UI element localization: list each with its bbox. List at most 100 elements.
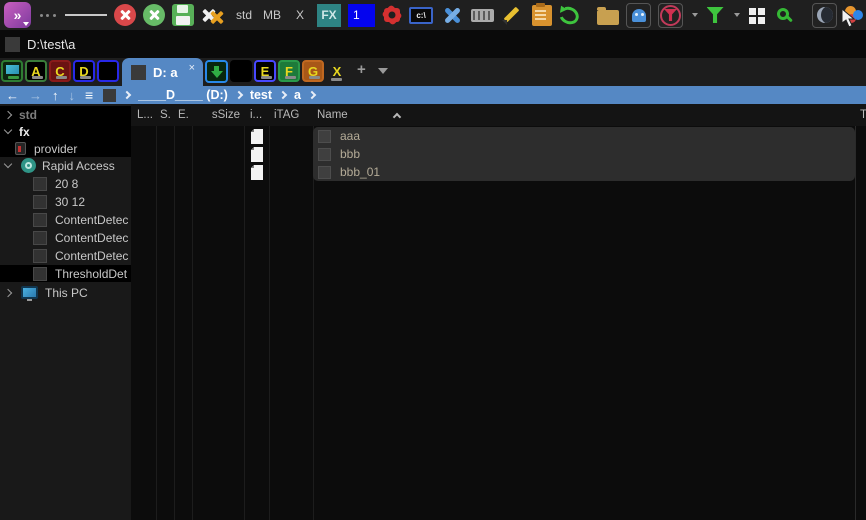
breadcrumb-menu-icon[interactable]: ≡	[85, 87, 93, 103]
drive-a-button[interactable]: A	[25, 60, 47, 82]
item-placeholder-icon	[33, 248, 47, 263]
nav-back-button[interactable]: ←	[6, 89, 19, 102]
sidebar-item-contentdetec-2[interactable]: ContentDetec	[0, 229, 131, 246]
folder-button[interactable]	[597, 6, 620, 25]
tab-blank-slot[interactable]	[230, 60, 252, 82]
file-name: bbb_01	[340, 165, 381, 179]
sidebar-item-20-8[interactable]: 20 8	[0, 175, 131, 192]
quick-launch-button[interactable]: »	[4, 2, 31, 28]
drive-x-button[interactable]: X	[326, 60, 348, 82]
column-header-name[interactable]: Name	[317, 104, 401, 126]
item-placeholder-icon	[33, 230, 47, 245]
column-header-e[interactable]: E.	[178, 104, 189, 126]
monitor-screen-icon	[5, 65, 19, 74]
menu-icon[interactable]	[65, 2, 107, 28]
tab-overflow-button[interactable]	[377, 68, 388, 74]
file-thumb-placeholder-icon	[318, 147, 331, 161]
clipboard-button[interactable]	[532, 2, 553, 26]
tab-close-button[interactable]: ×	[189, 62, 195, 74]
sidebar-item-fx[interactable]: fx	[0, 123, 131, 140]
dropdown-arrow-icon[interactable]	[692, 13, 699, 17]
breadcrumb-folder-icon	[103, 88, 117, 102]
column-gridline	[174, 104, 175, 520]
column-gridline	[269, 104, 270, 520]
command-prompt-button[interactable]: c:\	[409, 6, 434, 24]
column-gridline	[244, 104, 245, 520]
main-area: std fx provider Rapid Access 20 8 30 12 …	[0, 104, 866, 520]
sidebar-item-label: provider	[34, 141, 78, 156]
column-header-s[interactable]: S.	[160, 104, 171, 126]
mb-mode-button[interactable]: MB	[261, 2, 283, 28]
column-header-i[interactable]: i...	[250, 104, 262, 126]
close-red-button[interactable]	[114, 4, 136, 26]
item-placeholder-icon	[33, 176, 47, 191]
std-mode-button[interactable]: std	[234, 2, 254, 28]
drive-f-button[interactable]: F	[278, 60, 300, 82]
ghost-filter-button[interactable]	[626, 2, 652, 28]
breadcrumb-segment-drive[interactable]: ____D____ (D:)	[138, 88, 228, 102]
sidebar-item-label: std	[19, 107, 37, 122]
sidebar-item-30-12[interactable]: 30 12	[0, 193, 131, 210]
column-header-l[interactable]: L...	[137, 104, 153, 126]
close-green-button[interactable]	[143, 4, 165, 26]
sidebar-item-label: ContentDetec	[55, 248, 129, 263]
close-icon	[119, 9, 131, 21]
nav-up-button[interactable]: ↑	[52, 89, 59, 102]
sidebar-item-contentdetec-1[interactable]: ContentDetec	[0, 211, 131, 228]
refresh-button[interactable]	[556, 3, 582, 27]
download-arrow-button[interactable]	[205, 60, 228, 83]
drive-g-button[interactable]: G	[302, 60, 324, 82]
sidebar-item-thresholddet[interactable]: ThresholdDet	[0, 265, 131, 282]
red-funnel-filter-button[interactable]	[658, 2, 684, 28]
sidebar-item-rapid-access[interactable]: Rapid Access	[0, 157, 131, 174]
x-mode-button[interactable]: X	[290, 2, 310, 28]
sidebar-item-provider[interactable]: provider	[0, 140, 131, 157]
double-x-button[interactable]	[201, 4, 227, 26]
keyboard-button[interactable]	[471, 8, 495, 22]
sidebar-item-label: ContentDetec	[55, 212, 129, 227]
address-bar[interactable]: D:\test\a	[0, 30, 866, 58]
column-header-label: Name	[317, 109, 348, 121]
edit-pencil-button[interactable]	[501, 3, 525, 27]
save-button[interactable]	[172, 4, 194, 26]
drive-blank-button[interactable]	[97, 60, 119, 82]
drive-d-button[interactable]: D	[73, 60, 95, 82]
dropdown-arrow-icon[interactable]	[734, 13, 741, 17]
new-tab-button[interactable]: +	[357, 61, 366, 78]
nav-forward-button[interactable]: →	[29, 89, 42, 102]
sidebar-item-label: Rapid Access	[42, 158, 115, 173]
search-button[interactable]	[774, 2, 794, 28]
dark-mode-button[interactable]	[812, 2, 838, 28]
tools-button[interactable]	[440, 3, 464, 27]
grid-view-button[interactable]	[747, 2, 767, 28]
column-header-ssize[interactable]: sSize	[196, 104, 240, 126]
file-row-aaa[interactable]: aaa	[313, 127, 855, 145]
column-header-itag[interactable]: iTAG	[274, 104, 299, 126]
sidebar-item-label: This PC	[45, 285, 88, 300]
fx-toggle-button[interactable]: FX	[317, 3, 342, 27]
breadcrumb-segment-test[interactable]: test	[250, 88, 272, 102]
drive-c-button[interactable]: C	[49, 60, 71, 82]
file-row-bbb-01[interactable]: bbb_01	[313, 163, 855, 181]
toolbar-grip-handle[interactable]	[38, 2, 58, 28]
settings-gear-button[interactable]	[382, 6, 402, 24]
chevron-right-icon	[234, 90, 244, 100]
address-path[interactable]: D:\test\a	[27, 37, 75, 52]
column-gridline	[192, 104, 193, 520]
file-row-bbb[interactable]: bbb	[313, 145, 855, 163]
breadcrumb-segment-a[interactable]: a	[294, 88, 301, 102]
dropdown-arrow-icon	[23, 22, 29, 26]
drive-e-button[interactable]: E	[254, 60, 276, 82]
drive-monitor-button[interactable]	[1, 60, 23, 82]
sidebar-item-std[interactable]: std	[0, 106, 131, 123]
sidebar-item-contentdetec-3[interactable]: ContentDetec	[0, 247, 131, 264]
file-name: bbb	[340, 147, 361, 161]
ghost-icon	[631, 8, 646, 22]
green-funnel-filter-button[interactable]	[705, 2, 725, 28]
nav-down-button[interactable]: ↓	[69, 89, 76, 102]
tab-d-a-active[interactable]: D: a ×	[122, 58, 203, 86]
layout-one-button[interactable]: 1	[348, 3, 376, 27]
sidebar-item-this-pc[interactable]: This PC	[0, 284, 131, 301]
file-thumb-placeholder-icon	[318, 129, 331, 143]
column-header-t[interactable]: T	[860, 104, 866, 126]
